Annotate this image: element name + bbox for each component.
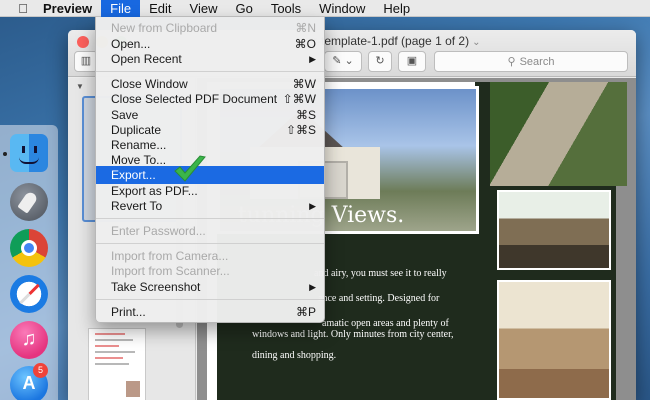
menu-view[interactable]: View: [181, 0, 227, 17]
menu-item-close-selected-pdf[interactable]: Close Selected PDF Document ⇧⌘W: [96, 91, 324, 107]
menu-item-export-as-pdf[interactable]: Export as PDF...: [96, 183, 324, 199]
toolbox-button[interactable]: ▣: [398, 51, 426, 72]
brochure-body-line: and airy, you must see it to really: [314, 268, 447, 279]
checkmark-icon: [174, 155, 206, 182]
close-window-button[interactable]: [77, 36, 89, 48]
menu-item-import-from-camera: Import from Camera...: [111, 249, 229, 263]
menu-item-open[interactable]: Open... ⌘O: [96, 36, 324, 52]
launchpad-icon[interactable]: [10, 183, 48, 221]
brochure-body-line: dining and shopping.: [252, 350, 337, 361]
menu-item-import-from-scanner: Import from Scanner...: [111, 264, 230, 278]
menu-file[interactable]: File: [101, 0, 141, 17]
file-menu: New from Clipboard ⌘N Open... ⌘O Open Rece…: [95, 17, 325, 323]
menu-separator: [96, 243, 324, 244]
apple-icon[interactable]: : [12, 1, 34, 16]
markup-button[interactable]: ✎ ⌄: [324, 51, 362, 72]
menu-app-name[interactable]: Preview: [34, 0, 101, 17]
menu-item-close-window[interactable]: Close Window ⌘W: [96, 76, 324, 92]
chrome-icon[interactable]: [10, 229, 48, 267]
menu-window[interactable]: Window: [310, 0, 374, 17]
menu-item-duplicate[interactable]: Duplicate ⇧⌘S: [96, 122, 324, 138]
menu-item-rename[interactable]: Rename...: [96, 137, 324, 153]
menu-edit[interactable]: Edit: [140, 0, 180, 17]
menu-separator: [96, 218, 324, 219]
submenu-arrow-icon: ▶: [309, 201, 316, 211]
submenu-arrow-icon: ▶: [309, 282, 316, 292]
finder-icon[interactable]: [10, 134, 48, 172]
disclosure-triangle-icon[interactable]: ▼: [76, 82, 84, 91]
submenu-arrow-icon: ▶: [309, 54, 316, 64]
menu-item-save[interactable]: Save ⌘S: [96, 107, 324, 123]
brochure-body-line: ance and setting. Designed for: [318, 293, 440, 304]
chevron-down-icon[interactable]: ⌄: [472, 37, 480, 48]
search-icon: ⚲: [507, 56, 516, 68]
brochure-body-line: windows and light. Only minutes from cit…: [252, 329, 454, 340]
menu-item-export[interactable]: Export...: [96, 166, 324, 184]
safari-icon[interactable]: [10, 275, 48, 313]
search-placeholder: Search: [519, 55, 555, 68]
menu-go[interactable]: Go: [226, 0, 261, 17]
menu-tools[interactable]: Tools: [262, 0, 310, 17]
menu-item-new-from-clipboard: New from Clipboard ⌘N: [111, 21, 316, 35]
menu-item-enter-password: Enter Password...: [111, 224, 206, 238]
menu-item-take-screenshot[interactable]: Take Screenshot ▶: [96, 279, 324, 295]
brochure-body-line: amatic open areas and plenty of: [322, 318, 449, 329]
menu-separator: [96, 299, 324, 300]
itunes-icon[interactable]: ♫: [10, 321, 48, 359]
menu-bar:  Preview File Edit View Go Tools Window…: [0, 0, 650, 17]
page-thumbnail[interactable]: [88, 328, 146, 400]
running-indicator: [3, 152, 7, 156]
menu-item-revert-to[interactable]: Revert To ▶: [96, 198, 324, 214]
window-title[interactable]: r-template-1.pdf (page 1 of 2) ⌄: [313, 34, 480, 48]
app-store-badge: 5: [33, 363, 48, 378]
menu-item-print[interactable]: Print... ⌘P: [96, 304, 324, 320]
menu-item-open-recent[interactable]: Open Recent ▶: [96, 51, 324, 67]
menu-separator: [96, 71, 324, 72]
living-room-photo: [497, 280, 611, 400]
menu-help[interactable]: Help: [374, 0, 419, 17]
rotate-button[interactable]: ↻: [368, 51, 392, 72]
kitchen-photo: [497, 190, 611, 270]
search-field[interactable]: ⚲ Search: [434, 51, 628, 72]
garden-path-photo: [490, 82, 627, 186]
